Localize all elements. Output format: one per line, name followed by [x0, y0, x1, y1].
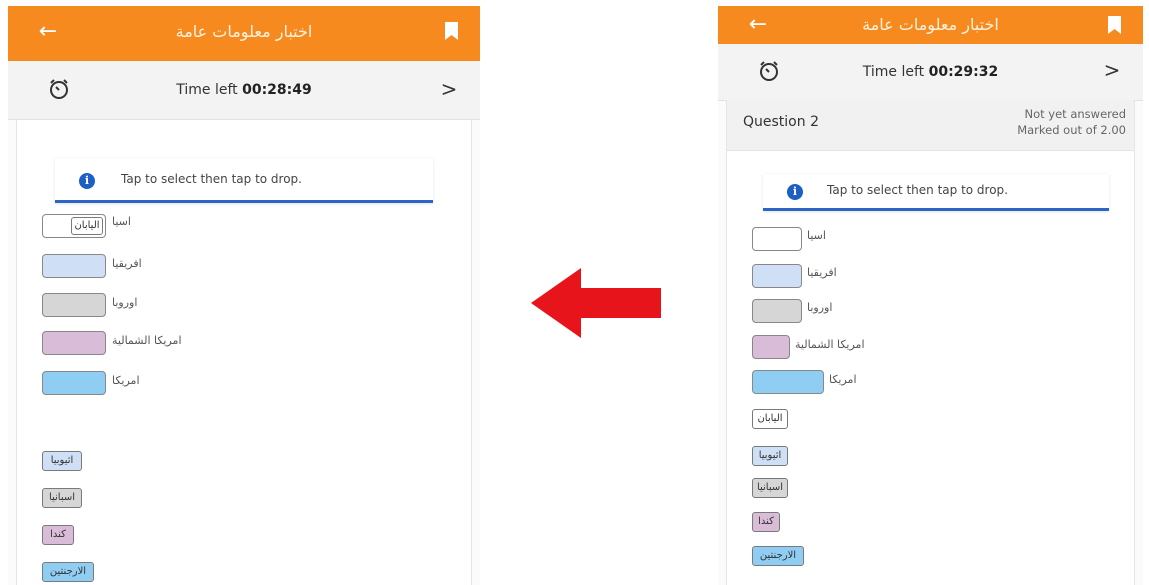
question-content: Question 2 Not yet answered Marked out o…	[726, 100, 1135, 585]
drag-item-canada[interactable]: كندا	[42, 525, 74, 545]
drag-item-japan[interactable]: اليابان	[752, 409, 788, 429]
next-question-button[interactable]: >	[436, 75, 462, 103]
back-arrow-icon[interactable]: ←	[34, 20, 62, 44]
answer-status: Not yet answered	[1024, 107, 1126, 121]
quiz-title: اختبار معلومات عامة	[175, 22, 313, 41]
app-bar: ← اختبار معلومات عامة	[718, 6, 1143, 44]
screen-after: ← اختبار معلومات عامة Time left 00:28:49…	[8, 6, 480, 585]
timer-icon	[50, 79, 68, 99]
question-status: Not yet answered Marked out of 2.00	[1017, 106, 1126, 138]
drag-item-ethiopia[interactable]: اثيوبيا	[752, 446, 788, 466]
target-label: اسيا	[112, 215, 131, 228]
time-left-label: Time left	[862, 64, 925, 80]
drop-zone-america[interactable]	[42, 371, 106, 395]
drag-item-canada[interactable]: كندا	[752, 512, 780, 532]
time-left: Time left 00:28:49	[88, 79, 400, 101]
info-icon: i	[787, 184, 803, 200]
time-left-value: 00:28:49	[242, 82, 312, 98]
instruction-box: i Tap to select then tap to drop.	[763, 174, 1109, 211]
question-header: Question 2 Not yet answered Marked out o…	[727, 100, 1134, 151]
instruction-text: Tap to select then tap to drop.	[121, 172, 302, 186]
target-label: امريكا الشمالية	[795, 338, 865, 351]
screen-before: ← اختبار معلومات عامة Time left 00:29:32…	[718, 6, 1143, 585]
target-label: امريكا	[829, 373, 857, 386]
timer-bar: Time left 00:29:32 >	[718, 44, 1143, 101]
target-label: افريقيا	[112, 257, 142, 270]
question-number: Question 2	[743, 114, 819, 130]
left-arrow-icon	[531, 268, 661, 338]
bookmark-icon[interactable]	[1108, 16, 1121, 34]
target-label: امريكا الشمالية	[112, 334, 182, 347]
drop-zone-europe[interactable]	[752, 299, 802, 323]
target-label: اوروبا	[807, 301, 833, 314]
bookmark-icon[interactable]	[445, 22, 458, 40]
quiz-title: اختبار معلومات عامة	[862, 15, 999, 34]
target-label: افريقيا	[807, 266, 837, 279]
question-marks: Marked out of 2.00	[1017, 123, 1126, 137]
back-arrow-icon[interactable]: ←	[744, 13, 772, 37]
instruction-box: i Tap to select then tap to drop.	[55, 158, 433, 203]
time-left-label: Time left	[176, 82, 238, 98]
time-left-value: 00:29:32	[928, 64, 999, 80]
drag-item-ethiopia[interactable]: اثيوبيا	[42, 451, 82, 471]
app-bar: ← اختبار معلومات عامة	[8, 6, 480, 61]
target-label: اوروبا	[112, 296, 138, 309]
placed-item-japan[interactable]: اليابان	[71, 217, 103, 235]
timer-bar: Time left 00:28:49 >	[8, 61, 480, 120]
drop-zone-africa[interactable]	[752, 264, 802, 288]
target-label: اسيا	[807, 229, 826, 242]
drop-zone-north-america[interactable]	[752, 335, 790, 359]
drop-zone-europe[interactable]	[42, 293, 106, 317]
drop-zone-asia[interactable]: اليابان	[42, 214, 106, 238]
drag-item-argentina[interactable]: الارجنتين	[42, 562, 94, 582]
drop-zone-asia[interactable]	[752, 227, 802, 251]
drop-zone-africa[interactable]	[42, 254, 106, 278]
drag-item-spain[interactable]: اسبانيا	[42, 488, 82, 508]
info-icon: i	[79, 173, 95, 189]
instruction-text: Tap to select then tap to drop.	[827, 183, 1008, 197]
time-left: Time left 00:29:32	[798, 61, 1063, 83]
timer-icon	[760, 61, 778, 81]
drag-item-argentina[interactable]: الارجنتين	[752, 546, 804, 566]
drag-item-spain[interactable]: اسبانيا	[752, 478, 788, 498]
next-question-button[interactable]: >	[1099, 56, 1125, 84]
drop-zone-north-america[interactable]	[42, 331, 106, 355]
target-label: امريكا	[112, 374, 140, 387]
drop-zone-america[interactable]	[752, 370, 824, 394]
question-content: i Tap to select then tap to drop. اليابا…	[16, 120, 472, 585]
